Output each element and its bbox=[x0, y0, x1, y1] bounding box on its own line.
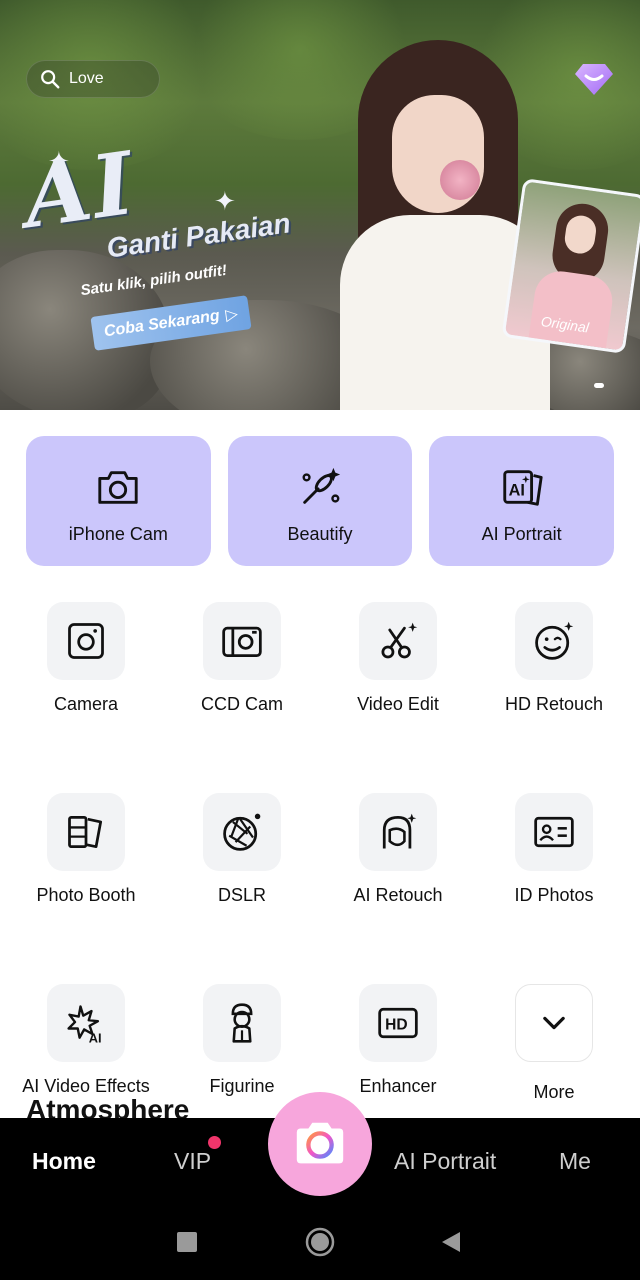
play-arrow-icon: ▷ bbox=[224, 305, 239, 325]
camera-icon bbox=[296, 1122, 344, 1164]
scissors-icon bbox=[381, 622, 418, 659]
camera-fab-button[interactable] bbox=[268, 1092, 372, 1196]
original-thumbnail: Original bbox=[501, 178, 640, 354]
card-label: iPhone Cam bbox=[68, 524, 168, 544]
search-bar[interactable]: Love bbox=[26, 60, 160, 98]
search-text: Love bbox=[69, 70, 104, 87]
nav-home[interactable]: Home bbox=[32, 1148, 96, 1175]
tool-label: Figurine bbox=[209, 1076, 275, 1096]
ccd-camera-icon bbox=[222, 626, 262, 658]
recents-square-icon[interactable] bbox=[177, 1232, 197, 1252]
banner-pager-indicator bbox=[594, 383, 604, 388]
face-sparkle-icon bbox=[382, 813, 417, 849]
back-triangle-icon[interactable] bbox=[440, 1231, 462, 1253]
tool-label: CCD Cam bbox=[200, 694, 283, 714]
card-label: AI Portrait bbox=[481, 524, 562, 544]
svg-text:AI: AI bbox=[508, 482, 524, 500]
hd-icon: HD bbox=[378, 1007, 418, 1039]
tool-label: DSLR bbox=[217, 885, 266, 905]
system-navigation-bar bbox=[0, 1204, 640, 1280]
tool-label: Video Edit bbox=[357, 694, 439, 714]
ai-burst-icon: AI bbox=[67, 1005, 102, 1045]
tool-id-photos[interactable]: ID Photos bbox=[476, 793, 632, 906]
primary-feature-cards: iPhone Cam Beautify AI AI Portrait bbox=[26, 436, 615, 566]
tools-grid: Camera CCD Cam Video Edit HD Retouch Pho… bbox=[8, 602, 632, 1103]
id-card-icon bbox=[534, 816, 574, 848]
hair-flower bbox=[440, 160, 480, 200]
tool-label: HD Retouch bbox=[504, 694, 604, 714]
camera-icon bbox=[98, 471, 138, 504]
home-circle-icon[interactable] bbox=[305, 1227, 335, 1257]
camera-square-icon bbox=[68, 623, 104, 659]
tool-label: More bbox=[533, 1082, 575, 1102]
tool-dslr[interactable]: DSLR bbox=[164, 793, 320, 906]
tool-ccd-cam[interactable]: CCD Cam bbox=[164, 602, 320, 715]
photo-strip-icon bbox=[68, 815, 103, 849]
nav-vip[interactable]: VIP bbox=[174, 1148, 211, 1175]
tool-figurine[interactable]: Figurine bbox=[164, 984, 320, 1103]
tool-label: ID Photos bbox=[514, 885, 594, 905]
chevron-down-icon bbox=[543, 1016, 565, 1030]
wink-face-icon bbox=[535, 621, 574, 660]
tool-hd-retouch[interactable]: HD Retouch bbox=[476, 602, 632, 715]
search-icon bbox=[41, 70, 60, 89]
tool-label: AI Retouch bbox=[353, 885, 443, 905]
card-label: Beautify bbox=[287, 524, 353, 544]
nav-ai-portrait[interactable]: AI Portrait bbox=[394, 1148, 496, 1175]
tool-label: Photo Booth bbox=[36, 885, 136, 905]
tool-ai-retouch[interactable]: AI Retouch bbox=[320, 793, 476, 906]
beautify-card[interactable]: Beautify bbox=[227, 436, 413, 566]
svg-text:HD: HD bbox=[385, 1016, 408, 1033]
tool-ai-video-effects[interactable]: AI AI Video Effects bbox=[8, 984, 164, 1103]
ai-portrait-icon: AI bbox=[502, 470, 543, 506]
tool-more[interactable]: More bbox=[476, 984, 632, 1103]
tool-enhancer[interactable]: HD Enhancer bbox=[320, 984, 476, 1103]
iphone-cam-card[interactable]: iPhone Cam bbox=[26, 436, 211, 566]
nav-me[interactable]: Me bbox=[559, 1148, 591, 1175]
sparkle-icon: ✦ bbox=[214, 186, 236, 216]
vip-diamond-icon[interactable] bbox=[574, 62, 614, 96]
figurine-icon bbox=[231, 1003, 253, 1043]
tool-camera[interactable]: Camera bbox=[8, 602, 164, 715]
ai-portrait-card[interactable]: AI AI Portrait bbox=[429, 436, 615, 566]
tool-video-edit[interactable]: Video Edit bbox=[320, 602, 476, 715]
svg-text:AI: AI bbox=[89, 1030, 102, 1045]
makeup-brush-icon bbox=[302, 467, 341, 504]
tool-label: Camera bbox=[53, 694, 119, 714]
tool-label: Enhancer bbox=[359, 1076, 437, 1096]
aperture-icon bbox=[223, 813, 261, 851]
vip-notification-badge bbox=[208, 1136, 221, 1149]
tool-photo-booth[interactable]: Photo Booth bbox=[8, 793, 164, 906]
